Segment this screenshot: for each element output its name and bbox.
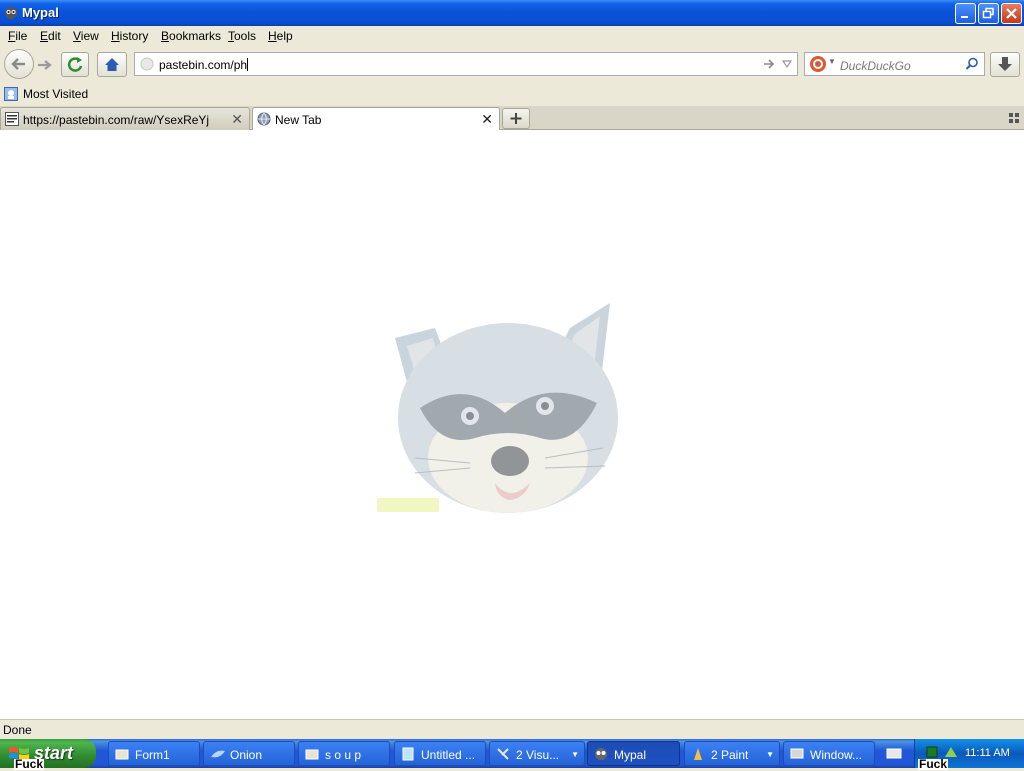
taskbar-item-window[interactable]: Window...: [783, 741, 875, 766]
menu-file[interactable]: File: [8, 29, 27, 43]
go-arrow-icon[interactable]: [762, 57, 776, 71]
duckduckgo-icon[interactable]: [809, 55, 827, 73]
taskbar-item-soup[interactable]: s o u p: [298, 741, 390, 766]
menu-bar: File Edit View History Bookmarks Tools H…: [0, 26, 1024, 46]
title-bar: Mypal: [0, 0, 1024, 26]
menu-tools[interactable]: Tools: [228, 29, 256, 43]
navigation-toolbar: pastebin.com/ph ▼ DuckDuckGo: [0, 46, 1024, 84]
overlay-label-left: Fuck: [14, 757, 45, 771]
tab-new-tab[interactable]: New Tab ✕: [252, 107, 500, 131]
paint-icon: [694, 748, 702, 760]
menu-help[interactable]: Help: [268, 29, 293, 43]
reload-button[interactable]: [61, 52, 89, 77]
tab-pastebin[interactable]: https://pastebin.com/raw/YsexReYj ✕: [0, 107, 250, 130]
forward-button[interactable]: [34, 55, 56, 75]
visual-studio-icon: [497, 748, 509, 760]
taskbar-item-form1[interactable]: Form1: [108, 741, 200, 766]
menu-view[interactable]: View: [73, 29, 99, 43]
reload-icon: [67, 57, 83, 72]
status-text: Done: [3, 723, 32, 737]
tab-close-icon[interactable]: ✕: [481, 111, 493, 128]
status-bar: Done: [0, 719, 1024, 739]
home-button[interactable]: [97, 52, 127, 77]
taskbar-item-mypal[interactable]: Mypal: [587, 741, 680, 766]
raccoon-mascot-image: [377, 303, 618, 513]
clock[interactable]: 11:11 AM: [965, 747, 1010, 759]
plus-icon: [510, 113, 522, 124]
menu-bookmarks[interactable]: Bookmarks: [161, 29, 221, 43]
taskbar-item-paint[interactable]: 2 Paint ▼: [684, 741, 780, 766]
taskbar-item-visual-studio[interactable]: 2 Visu... ▼: [489, 741, 585, 766]
taskbar-item-onion[interactable]: Onion: [203, 741, 295, 766]
search-icon[interactable]: [965, 57, 979, 71]
menu-edit[interactable]: Edit: [40, 29, 61, 43]
close-button[interactable]: [1001, 3, 1022, 24]
tab-strip: https://pastebin.com/raw/YsexReYj ✕ New …: [0, 106, 1024, 131]
group-arrow-icon: ▼: [571, 750, 579, 759]
onion-icon: [211, 750, 225, 758]
search-bar[interactable]: ▼ DuckDuckGo: [804, 52, 985, 76]
downloads-button[interactable]: [990, 52, 1020, 77]
minimize-icon: [961, 16, 968, 18]
menu-history[interactable]: History: [111, 29, 148, 43]
engine-dropdown-icon[interactable]: ▼: [828, 57, 836, 66]
pastebin-favicon: [5, 112, 19, 126]
close-icon: [1006, 8, 1017, 19]
restore-icon: [982, 7, 994, 19]
forward-arrow-icon: [38, 60, 52, 70]
window-icon: [790, 748, 804, 759]
folder-icon: [115, 749, 129, 760]
search-input[interactable]: DuckDuckGo: [840, 59, 911, 73]
globe-icon: [257, 112, 271, 126]
group-arrow-icon: ▼: [766, 750, 774, 759]
url-input[interactable]: pastebin.com/ph: [159, 58, 249, 72]
taskbar: start Form1 Onion s o u p Untitled ... 2…: [0, 739, 1024, 768]
mypal-app-icon: [5, 7, 17, 19]
overlay-label-right: Fuck: [918, 757, 949, 771]
taskbar-item-untitled[interactable]: Untitled ...: [394, 741, 486, 766]
back-button[interactable]: [4, 49, 34, 79]
most-visited-icon: [4, 87, 18, 101]
minimize-button[interactable]: [955, 3, 976, 24]
window-title: Mypal: [22, 5, 59, 20]
download-arrow-icon: [998, 57, 1012, 71]
keyboard-icon[interactable]: [886, 745, 902, 761]
folder-icon: [305, 749, 319, 760]
tab-close-icon[interactable]: ✕: [231, 111, 243, 128]
home-icon: [105, 58, 119, 71]
page-content: [0, 130, 1024, 719]
notepad-icon: [402, 747, 414, 761]
dropdown-arrow-icon[interactable]: [781, 58, 793, 70]
bookmark-most-visited[interactable]: Most Visited: [4, 87, 88, 101]
list-all-tabs-icon[interactable]: [1008, 112, 1020, 124]
restore-button[interactable]: [978, 3, 999, 24]
back-arrow-icon: [11, 58, 25, 70]
bookmarks-toolbar: Most Visited: [0, 84, 1024, 106]
site-identity-icon: [140, 57, 154, 71]
new-tab-button[interactable]: [502, 108, 530, 129]
address-bar[interactable]: pastebin.com/ph: [134, 52, 798, 76]
mypal-icon: [595, 748, 607, 760]
